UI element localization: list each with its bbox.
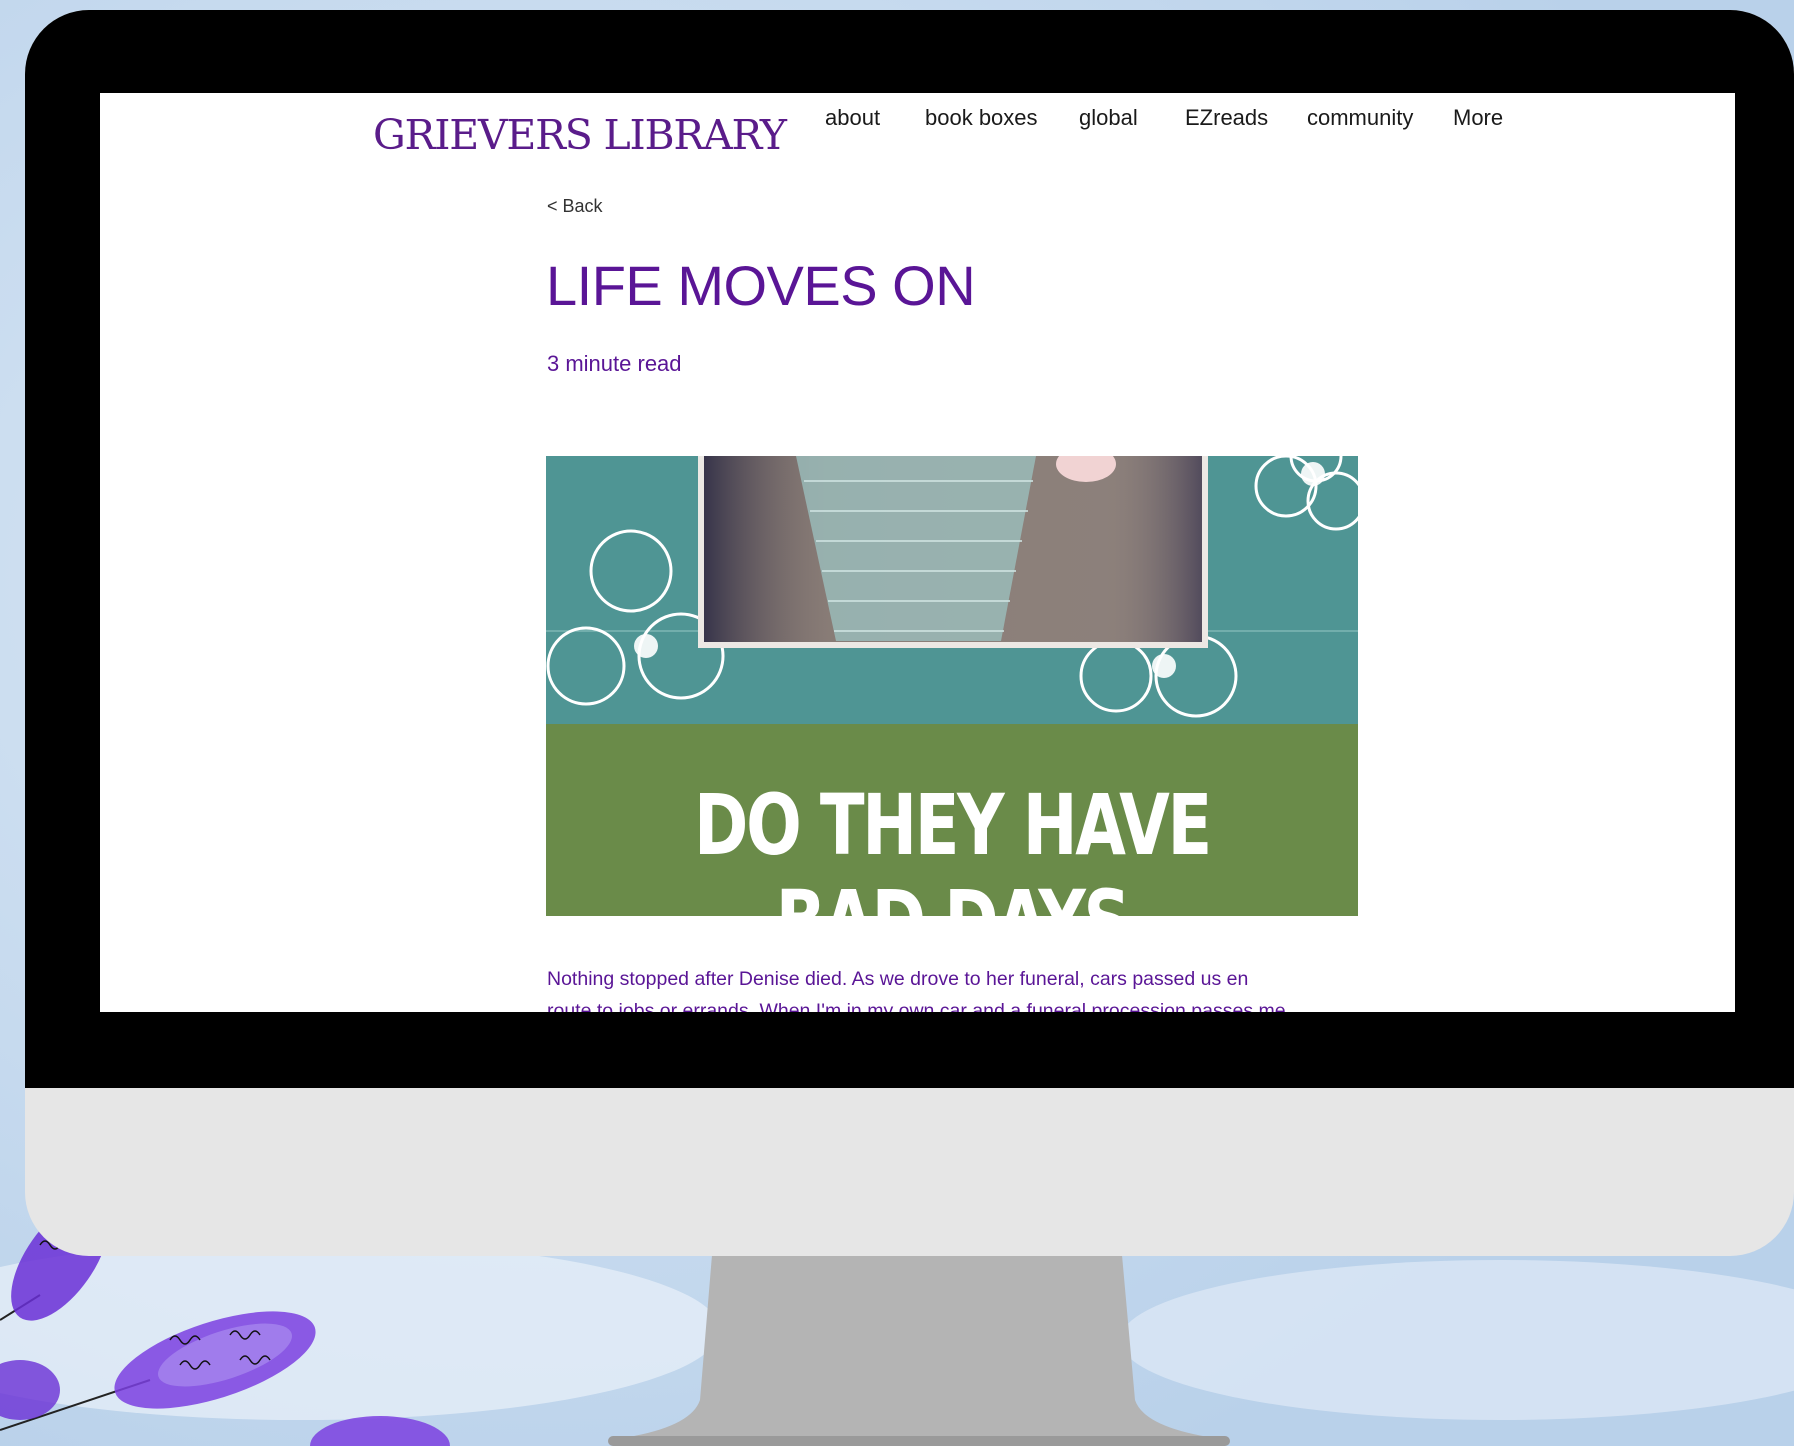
article-body: Nothing stopped after Denise died. As we… — [547, 963, 1327, 1012]
nav-about[interactable]: about — [825, 105, 880, 131]
nav-book-boxes[interactable]: book boxes — [925, 105, 1038, 131]
read-time: 3 minute read — [547, 351, 682, 376]
body-line: route to jobs or errands. When I'm in my… — [547, 1000, 1286, 1012]
article-title: LIFE MOVES ON — [546, 254, 976, 317]
site-logo[interactable]: GRIEVERS LIBRARY — [373, 111, 787, 159]
nav-ezreads[interactable]: EZreads — [1185, 105, 1268, 131]
nav-community[interactable]: community — [1307, 105, 1413, 131]
body-line: Nothing stopped after Denise died. As we… — [547, 968, 1249, 990]
nav-global[interactable]: global — [1079, 105, 1138, 131]
hero-headline-line1: DO THEY HAVE — [694, 776, 1212, 874]
back-link[interactable]: < Back — [547, 196, 603, 217]
nav-more[interactable]: More — [1453, 105, 1503, 131]
hero-image: DO THEY HAVE BAD DAYS — [546, 456, 1358, 916]
hero-headline-line2: BAD DAYS — [635, 872, 1268, 916]
screen-bottom-bezel — [25, 1012, 1794, 1088]
browser-screen: GRIEVERS LIBRARY about book boxes global… — [100, 93, 1735, 1012]
